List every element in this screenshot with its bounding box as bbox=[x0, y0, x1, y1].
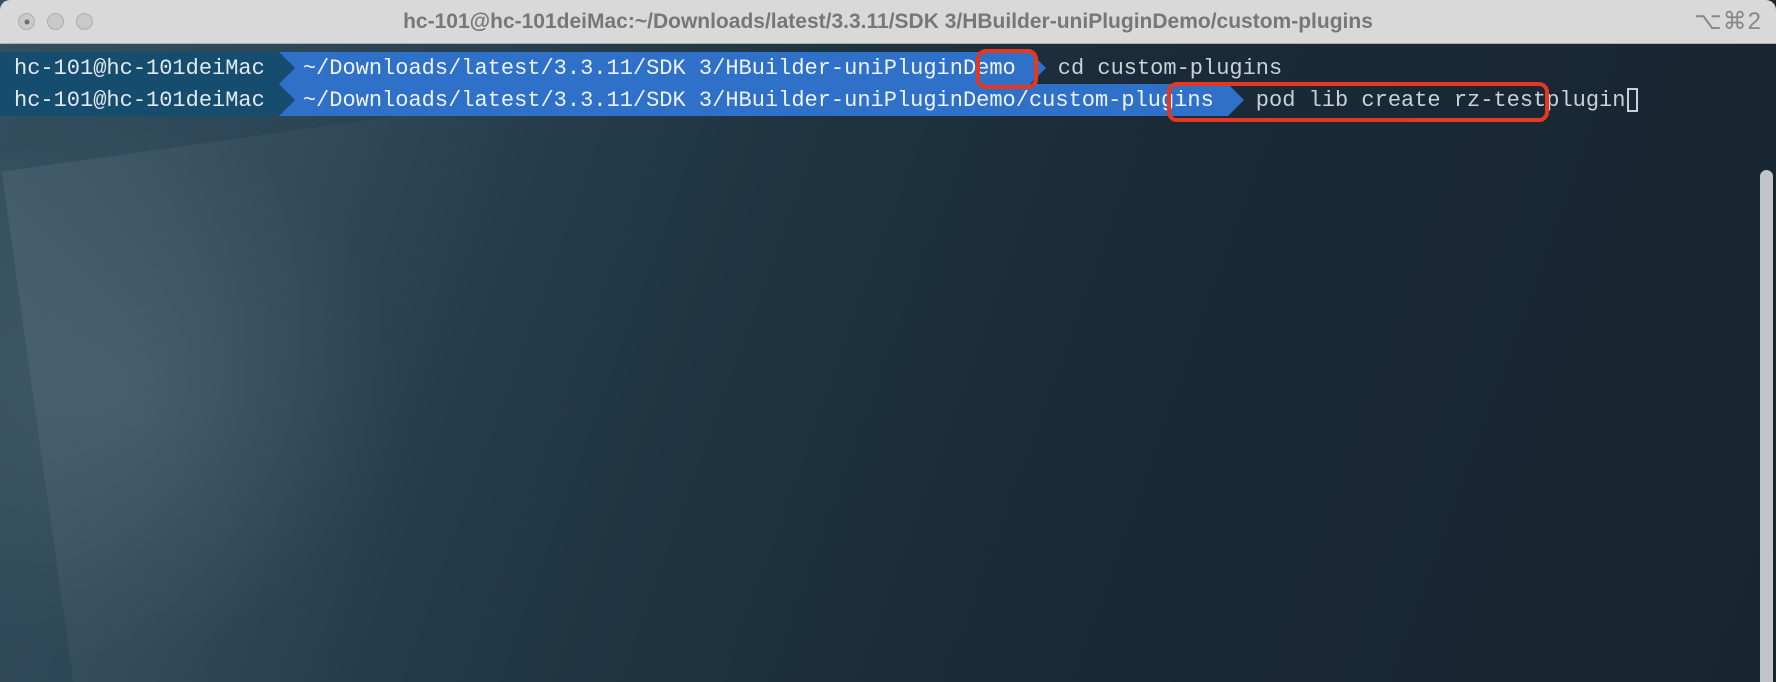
scrollbar-thumb[interactable] bbox=[1760, 170, 1773, 682]
background-art bbox=[2, 74, 779, 682]
minimize-button[interactable] bbox=[47, 13, 64, 30]
window-shortcut-indicator: ⌥⌘2 bbox=[1694, 7, 1762, 36]
command-text: cd custom-plugins bbox=[1030, 52, 1282, 84]
prompt-path: ~/Downloads/latest/3.3.11/SDK 3/HBuilder… bbox=[279, 52, 1030, 84]
maximize-button[interactable] bbox=[76, 13, 93, 30]
terminal-body[interactable]: hc-101@hc-101deiMac ~/Downloads/latest/3… bbox=[0, 44, 1776, 116]
window-title: hc-101@hc-101deiMac:~/Downloads/latest/3… bbox=[0, 10, 1776, 34]
background-art bbox=[0, 50, 900, 682]
window-controls bbox=[0, 13, 93, 30]
command-text: pod lib create rz-testplugin bbox=[1228, 84, 1639, 116]
command-input: pod lib create rz-testplugin bbox=[1256, 88, 1626, 113]
cursor bbox=[1627, 88, 1638, 112]
titlebar[interactable]: hc-101@hc-101deiMac:~/Downloads/latest/3… bbox=[0, 0, 1776, 44]
prompt-host: hc-101@hc-101deiMac bbox=[0, 84, 279, 116]
terminal-line: hc-101@hc-101deiMac ~/Downloads/latest/3… bbox=[0, 84, 1776, 116]
prompt-path: ~/Downloads/latest/3.3.11/SDK 3/HBuilder… bbox=[279, 84, 1228, 116]
close-button[interactable] bbox=[18, 13, 35, 30]
terminal-line: hc-101@hc-101deiMac ~/Downloads/latest/3… bbox=[0, 52, 1776, 84]
terminal-window: hc-101@hc-101deiMac:~/Downloads/latest/3… bbox=[0, 0, 1776, 682]
prompt-host: hc-101@hc-101deiMac bbox=[0, 52, 279, 84]
